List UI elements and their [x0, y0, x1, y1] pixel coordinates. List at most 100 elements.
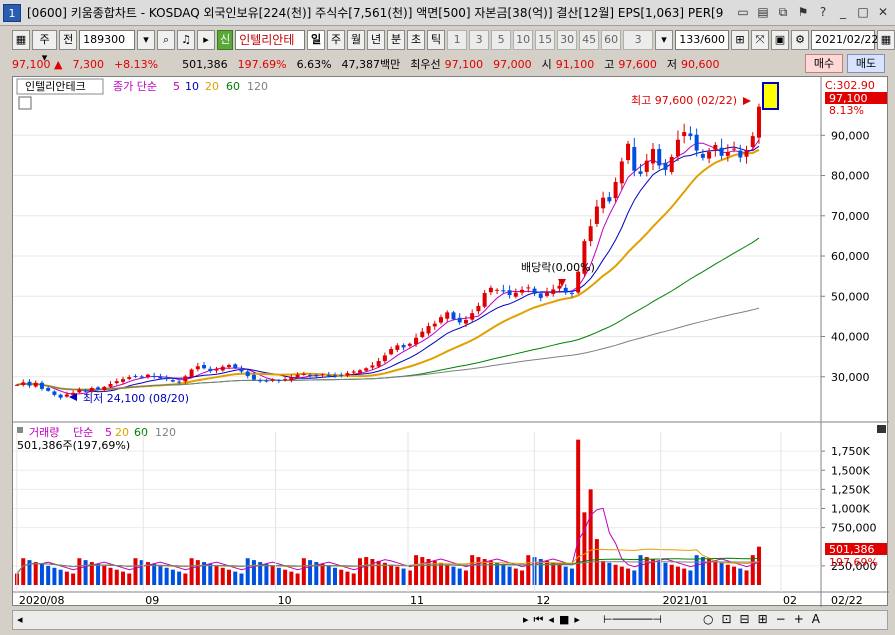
- candle-body: [376, 361, 381, 367]
- spin-dropdown-icon[interactable]: ▾: [655, 30, 674, 50]
- candle-body: [15, 384, 19, 386]
- layout-icon[interactable]: ▦: [12, 30, 30, 50]
- candle-body: [239, 368, 244, 372]
- scroll-left-icon[interactable]: ◂: [17, 613, 23, 626]
- chart-area[interactable]: 인텔리안테크 종가 단순 5 10 20 60 120 최고 97,600 (0…: [12, 76, 889, 607]
- candle-body: [364, 368, 369, 371]
- bid-price: 97,000: [493, 57, 532, 71]
- candle-body: [177, 381, 182, 383]
- price-legend-prefix: 종가 단순: [113, 80, 157, 93]
- volume-bar: [557, 564, 562, 585]
- code-dropdown-icon[interactable]: ▾: [137, 30, 156, 50]
- arrow-icon[interactable]: ▸: [197, 30, 216, 50]
- volume-bar: [357, 558, 362, 585]
- candle-body: [289, 377, 294, 381]
- candle-body: [89, 388, 94, 392]
- tab-tick[interactable]: 틱: [427, 30, 446, 50]
- minute-option[interactable]: 60: [601, 30, 622, 50]
- vol-legend-ma20: 20: [115, 426, 129, 439]
- tab-second[interactable]: 초: [407, 30, 426, 50]
- dividend-annotation: 배당락(0,00%): [521, 261, 595, 274]
- minute-option[interactable]: 15: [535, 30, 556, 50]
- candle-body: [607, 197, 612, 202]
- ma10-line: [16, 145, 760, 393]
- prev-button[interactable]: 전: [59, 30, 78, 50]
- link-icon[interactable]: ▭: [735, 4, 751, 20]
- candle-body: [545, 293, 549, 296]
- volume-legend-marker: [17, 427, 23, 433]
- candle-body: [744, 150, 749, 157]
- volume-bar: [114, 569, 119, 585]
- ma20-line: [16, 148, 760, 391]
- buy-button[interactable]: 매수: [805, 54, 843, 73]
- calendar-icon[interactable]: ▦: [877, 30, 895, 50]
- playback-controls[interactable]: ▸⏮◂■▸: [523, 613, 585, 627]
- quote-bar: 97,100 ▲ 7,300 +8.13% 501,386 197.69% 6.…: [0, 54, 895, 74]
- crosshair-icon[interactable]: ⊞: [731, 30, 749, 50]
- zoom-slider[interactable]: ⊢──────⊣: [603, 613, 662, 626]
- candle-body: [320, 374, 325, 376]
- grid-toggle-icon[interactable]: [18, 96, 32, 110]
- maximize-icon[interactable]: □: [855, 4, 871, 20]
- chart-scrollbar[interactable]: ◂ ▸⏮◂■▸ ⊢──────⊣ ○⊡⊟⊞−+A: [12, 610, 888, 630]
- volume-bar: [513, 568, 518, 585]
- minute-option[interactable]: 45: [579, 30, 600, 50]
- tab-week[interactable]: 주: [327, 30, 346, 50]
- high-price: 97,600: [618, 57, 657, 71]
- volume-bar: [220, 567, 225, 585]
- best-label: 최우선: [410, 58, 441, 71]
- minute-option[interactable]: 1: [447, 30, 468, 50]
- volume-bar: [376, 560, 381, 585]
- candle-body: [96, 387, 101, 390]
- tools-icon[interactable]: ⤧: [751, 30, 769, 50]
- period-select[interactable]: 주 ▾: [32, 30, 58, 64]
- volume-bar: [688, 570, 693, 585]
- code-input[interactable]: 189300: [79, 30, 136, 50]
- volume-bar: [52, 567, 57, 585]
- volume-bar: [333, 567, 337, 585]
- legend-ma10: 10: [185, 80, 199, 93]
- tab-minute[interactable]: 분: [387, 30, 406, 50]
- volume-bar: [177, 571, 182, 585]
- help-icon[interactable]: ?: [815, 4, 831, 20]
- minute-option[interactable]: 10: [513, 30, 534, 50]
- count-input[interactable]: 133/600: [675, 30, 729, 50]
- volume-bar: [39, 563, 44, 585]
- candle-body: [395, 345, 400, 350]
- tab-day[interactable]: 일: [307, 30, 326, 50]
- date-input[interactable]: 2021/02/22: [811, 30, 878, 50]
- minute-option[interactable]: 30: [557, 30, 578, 50]
- candle-body: [557, 285, 562, 289]
- sell-button[interactable]: 매도: [847, 54, 885, 73]
- settings-icon[interactable]: ⚙: [791, 30, 809, 50]
- pin-icon[interactable]: ⚑: [795, 4, 811, 20]
- minute-option[interactable]: 5: [491, 30, 512, 50]
- spin-input[interactable]: 3: [623, 30, 654, 50]
- volume-bar: [520, 570, 525, 585]
- candle-body: [208, 368, 213, 372]
- candle-body: [133, 375, 138, 377]
- candle-body: [439, 317, 443, 323]
- minimize-icon[interactable]: _: [835, 4, 851, 20]
- volume-panel-close-icon[interactable]: [877, 425, 886, 433]
- speaker-icon[interactable]: ♫: [177, 30, 196, 50]
- tab-month[interactable]: 월: [347, 30, 366, 50]
- legend-ma20: 20: [205, 80, 219, 93]
- volume-bar: [619, 566, 624, 585]
- close-icon[interactable]: ✕: [875, 4, 891, 20]
- tab-year[interactable]: 년: [367, 30, 386, 50]
- open-label: 시: [541, 58, 552, 71]
- candle-body: [46, 387, 51, 391]
- search-icon[interactable]: ⌕: [157, 30, 176, 50]
- minute-option[interactable]: 3: [469, 30, 490, 50]
- candle-body: [688, 133, 693, 137]
- view-controls[interactable]: ○⊡⊟⊞−+A: [703, 612, 828, 626]
- price-change: 7,300: [72, 57, 104, 71]
- window-icon[interactable]: ⧉: [775, 4, 791, 20]
- chart-svg[interactable]: 인텔리안테크 종가 단순 5 10 20 60 120 최고 97,600 (0…: [13, 77, 889, 607]
- tile-icon[interactable]: ▤: [755, 4, 771, 20]
- candle-body: [314, 375, 319, 377]
- save-icon[interactable]: ▣: [771, 30, 789, 50]
- candle-body: [189, 369, 194, 378]
- volume-bar: [389, 564, 394, 585]
